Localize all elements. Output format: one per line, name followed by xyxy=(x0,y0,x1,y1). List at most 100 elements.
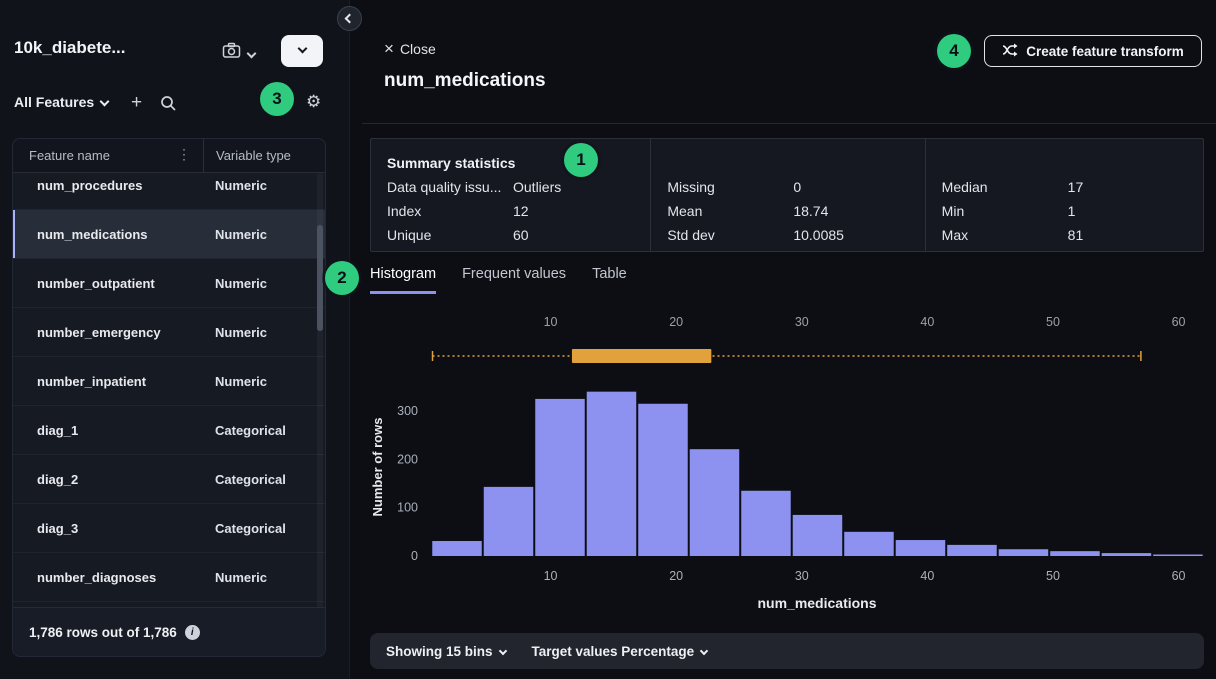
column-header-feature-name[interactable]: Feature name ⋮ xyxy=(13,148,203,163)
table-row[interactable]: diag_3Categorical xyxy=(13,504,325,553)
info-icon[interactable]: i xyxy=(185,625,200,640)
summary-statistics-heading: Summary statistics xyxy=(387,151,650,175)
slider-selected-range[interactable] xyxy=(572,349,711,363)
stat-value: 1 xyxy=(1068,199,1076,223)
search-icon[interactable] xyxy=(160,95,177,117)
stat-row: Missing0 xyxy=(667,175,924,199)
stat-row: Unique60 xyxy=(387,223,650,247)
feature-name: diag_3 xyxy=(13,521,203,536)
table-row[interactable]: number_diagnosesNumeric xyxy=(13,553,325,602)
stat-row: Data quality issu...Outliers xyxy=(387,175,650,199)
tab-histogram[interactable]: Histogram xyxy=(370,266,436,294)
variable-type: Categorical xyxy=(203,472,325,487)
variable-type: Categorical xyxy=(203,521,325,536)
x-axis-tick: 30 xyxy=(795,569,809,583)
stat-row: Median17 xyxy=(942,175,1203,199)
stat-value: 0 xyxy=(793,175,801,199)
x-axis-tick: 50 xyxy=(1046,569,1060,583)
stat-value: 10.0085 xyxy=(793,223,844,247)
settings-gear-icon[interactable]: ⚙ xyxy=(306,92,321,112)
histogram-bar xyxy=(947,545,996,556)
range-slider[interactable]: 10 20 30 40 50 60 xyxy=(370,312,1204,370)
feature-table: Feature name ⋮ Variable type num_procedu… xyxy=(12,138,326,657)
histogram-bar xyxy=(484,487,533,556)
close-label: Close xyxy=(400,41,436,57)
snapshot-button[interactable] xyxy=(222,42,255,64)
variable-type: Categorical xyxy=(203,423,325,438)
table-row[interactable]: diag_2Categorical xyxy=(13,455,325,504)
add-feature-button[interactable]: + xyxy=(131,92,142,114)
data-wrangler-app: 10k_diabete... All Features + ⚙ xyxy=(0,0,1216,679)
feature-name: number_emergency xyxy=(13,325,203,340)
page-title: num_medications xyxy=(384,70,546,92)
histogram-bar xyxy=(535,399,584,556)
sidebar-collapse-button[interactable] xyxy=(337,6,362,31)
target-values-dropdown[interactable]: Target values Percentage xyxy=(532,644,708,659)
slider-axis-tick: 60 xyxy=(1172,315,1186,329)
stat-label: Std dev xyxy=(667,223,793,247)
slider-axis-tick: 10 xyxy=(544,315,558,329)
stat-label: Median xyxy=(942,175,1068,199)
y-axis-tick: 0 xyxy=(411,549,418,563)
all-features-dropdown[interactable]: All Features xyxy=(14,94,108,110)
stat-row: Std dev10.0085 xyxy=(667,223,924,247)
y-axis-label: Number of rows xyxy=(370,418,385,517)
y-axis-tick: 300 xyxy=(397,404,418,418)
stat-row: Min1 xyxy=(942,199,1203,223)
stat-value: 81 xyxy=(1068,223,1084,247)
table-row[interactable]: num_proceduresNumeric xyxy=(13,173,325,210)
chart-tabs: Histogram Frequent values Table xyxy=(370,266,627,294)
x-axis-tick: 10 xyxy=(544,569,558,583)
tab-frequent-values[interactable]: Frequent values xyxy=(462,266,566,294)
header-divider xyxy=(362,123,1216,124)
stat-value: Outliers xyxy=(513,175,561,199)
feature-list: num_proceduresNumericnum_medicationsNume… xyxy=(13,173,325,602)
feature-table-header: Feature name ⋮ Variable type xyxy=(13,139,325,173)
histogram-bar xyxy=(793,515,842,556)
histogram-bar xyxy=(896,540,945,556)
annotation-badge-2: 2 xyxy=(325,261,359,295)
stats-column-3: Median17Min1Max81 xyxy=(925,139,1203,251)
annotation-badge-1: 1 xyxy=(564,143,598,177)
target-values-dropdown-label: Target values Percentage xyxy=(532,644,695,659)
variable-type: Numeric xyxy=(203,276,325,291)
panel-toggle-button[interactable] xyxy=(281,35,323,67)
stat-label: Unique xyxy=(387,223,513,247)
chevron-left-icon xyxy=(345,14,355,24)
histogram-bar xyxy=(1102,553,1151,556)
bins-dropdown-label: Showing 15 bins xyxy=(386,644,493,659)
slider-axis-tick: 30 xyxy=(795,315,809,329)
slider-axis-tick: 40 xyxy=(920,315,934,329)
variable-type: Numeric xyxy=(203,374,325,389)
table-row[interactable]: number_emergencyNumeric xyxy=(13,308,325,357)
histogram-bar xyxy=(587,392,636,556)
annotation-badge-3: 3 xyxy=(260,82,294,116)
stat-label: Index xyxy=(387,199,513,223)
column-header-variable-type[interactable]: Variable type xyxy=(203,139,325,173)
table-row[interactable]: number_inpatientNumeric xyxy=(13,357,325,406)
column-header-label: Feature name xyxy=(29,148,110,163)
table-row[interactable]: number_outpatientNumeric xyxy=(13,259,325,308)
create-feature-transform-button[interactable]: Create feature transform xyxy=(984,35,1202,67)
slider-axis-tick: 20 xyxy=(669,315,683,329)
histogram-bar xyxy=(1153,555,1202,557)
variable-type: Numeric xyxy=(203,227,325,242)
stat-label: Min xyxy=(942,199,1068,223)
close-button[interactable]: × Close xyxy=(384,41,436,57)
x-axis-label: num_medications xyxy=(757,595,876,611)
variable-type: Numeric xyxy=(203,325,325,340)
table-row[interactable]: num_medicationsNumeric xyxy=(13,210,325,259)
bins-dropdown[interactable]: Showing 15 bins xyxy=(386,644,506,659)
table-row[interactable]: diag_1Categorical xyxy=(13,406,325,455)
scrollbar-thumb[interactable] xyxy=(317,225,323,331)
kebab-menu-icon[interactable]: ⋮ xyxy=(177,146,191,163)
histogram-chart: Number of rows0100200300102030405060num_… xyxy=(370,378,1204,618)
chevron-down-icon xyxy=(498,646,506,654)
stat-label: Max xyxy=(942,223,1068,247)
stat-label: Missing xyxy=(667,175,793,199)
feature-name: diag_2 xyxy=(13,472,203,487)
tab-table[interactable]: Table xyxy=(592,266,627,294)
close-icon: × xyxy=(384,42,394,56)
slider-axis-tick: 50 xyxy=(1046,315,1060,329)
feature-name: num_procedures xyxy=(13,178,203,193)
